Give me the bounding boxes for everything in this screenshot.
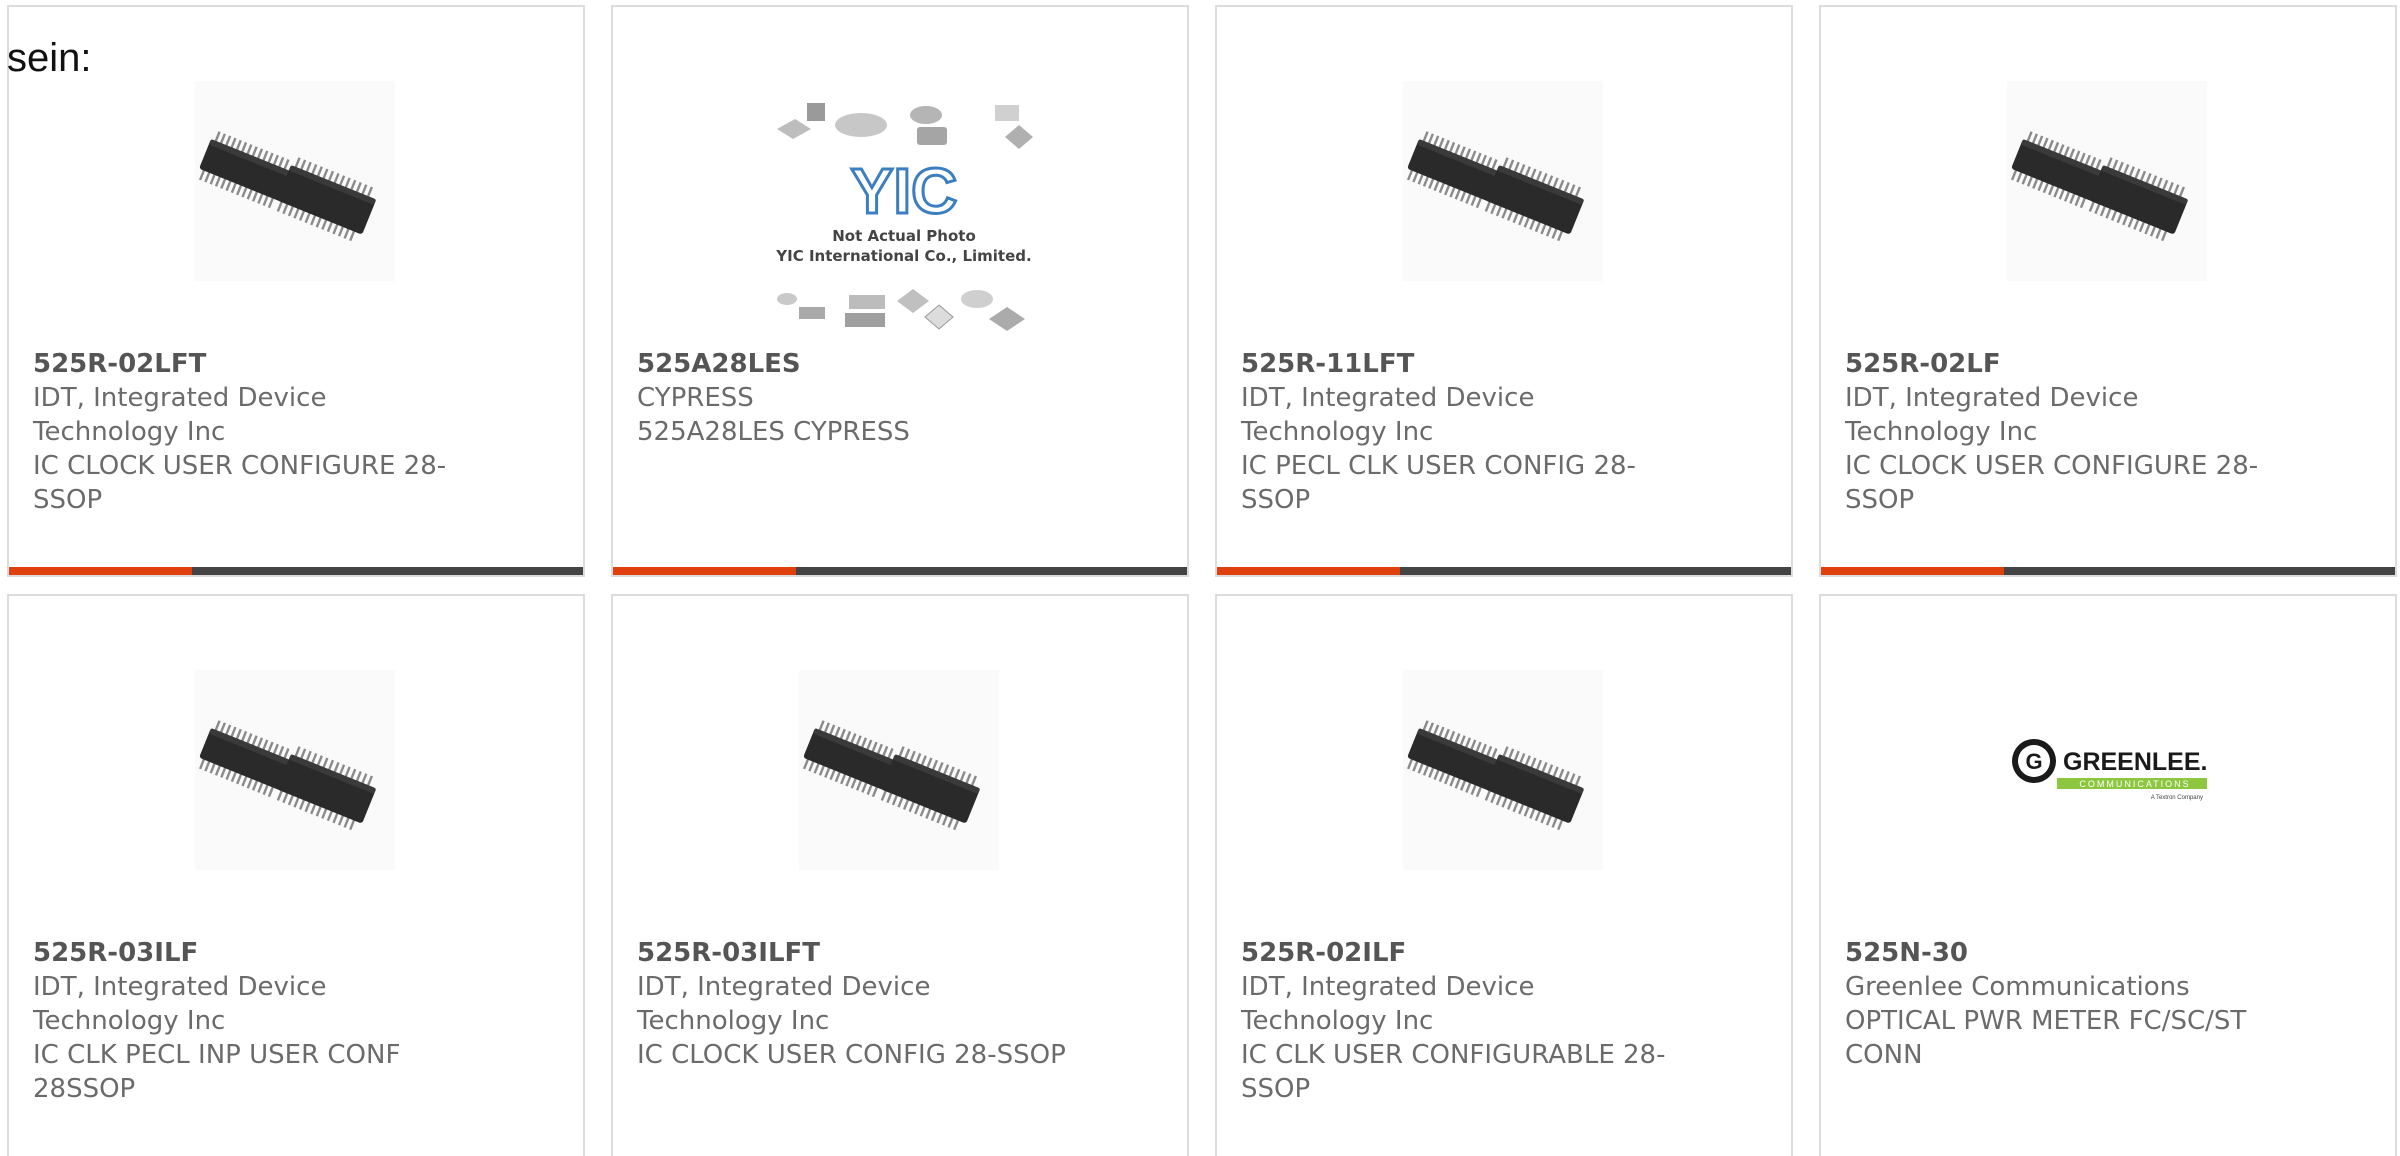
product-image: G GREENLEE. COMMUNICATIONS A Textron Com… [2007, 670, 2207, 870]
product-line: SSOP [1241, 1074, 1311, 1104]
ic-chip-icon [2010, 131, 2188, 242]
product-info: 525R-02LFT IDT, Integrated Device Techno… [33, 347, 473, 517]
product-grid-page: sein: 525R-02LFT IDT, Integrated Device … [0, 0, 2400, 1156]
part-number: 525R-02LFT [33, 349, 207, 379]
intro-text: sein: [7, 36, 92, 80]
product-image [195, 81, 395, 281]
product-line: SSOP [33, 485, 103, 515]
product-image [1403, 670, 1603, 870]
part-number: 525R-02LF [1845, 349, 2001, 379]
part-number: 525R-03ILFT [637, 938, 821, 968]
product-line: SSOP [1241, 485, 1311, 515]
ic-chip-icon [1406, 131, 1584, 242]
greenlee-tagline: A Textron Company [2151, 795, 2203, 801]
product-card[interactable]: 525R-11LFT IDT, Integrated Device Techno… [1215, 5, 1793, 577]
ic-chip-icon [198, 720, 376, 831]
product-line: IDT, Integrated Device [1241, 383, 1535, 413]
product-line: IC CLK PECL INP USER CONF [33, 1040, 401, 1070]
product-image [799, 670, 999, 870]
product-line: IDT, Integrated Device [1845, 383, 2139, 413]
product-info: 525R-03ILFT IDT, Integrated Device Techn… [637, 936, 1077, 1072]
svg-text:G: G [2025, 749, 2042, 774]
product-image [195, 670, 395, 870]
product-card[interactable]: 525R-02LFT IDT, Integrated Device Techno… [7, 5, 585, 577]
ic-chip-icon [802, 720, 980, 831]
card-footer-bar [1821, 567, 2395, 575]
ic-chip-icon [198, 131, 376, 242]
ic-chip-icon [1406, 720, 1584, 831]
placeholder-caption: Not Actual Photo [832, 227, 976, 245]
product-line: IC PECL CLK USER CONFIG 28- [1241, 451, 1636, 481]
product-line: IDT, Integrated Device [637, 972, 931, 1002]
part-number: 525R-03ILF [33, 938, 199, 968]
product-info: 525R-02LF IDT, Integrated Device Technol… [1845, 347, 2285, 517]
greenlee-subtitle: COMMUNICATIONS [2079, 779, 2190, 789]
product-card[interactable]: YIC Not Actual Photo YIC International C… [611, 5, 1189, 577]
product-line: IDT, Integrated Device [33, 972, 327, 1002]
product-image: YIC Not Actual Photo YIC International C… [769, 95, 1039, 345]
product-image [1403, 81, 1603, 281]
product-info: 525R-02ILF IDT, Integrated Device Techno… [1241, 936, 1681, 1106]
product-info: 525N-30 Greenlee Communications OPTICAL … [1845, 936, 2285, 1072]
card-footer-bar [1217, 567, 1791, 575]
card-accent [1821, 567, 2004, 575]
part-number: 525A28LES [637, 349, 801, 379]
card-accent [613, 567, 796, 575]
yic-placeholder-icon: YIC Not Actual Photo YIC International C… [775, 103, 1033, 331]
product-line: Technology Inc [1845, 417, 2038, 447]
product-line: SSOP [1845, 485, 1915, 515]
product-line: Technology Inc [33, 1006, 226, 1036]
product-card[interactable]: G GREENLEE. COMMUNICATIONS A Textron Com… [1819, 594, 2397, 1156]
card-footer-bar [9, 567, 583, 575]
product-line: 525A28LES CYPRESS [637, 417, 910, 447]
card-accent [1217, 567, 1400, 575]
product-line: OPTICAL PWR METER FC/SC/ST [1845, 1006, 2247, 1036]
product-line: IC CLK USER CONFIGURABLE 28- [1241, 1040, 1666, 1070]
product-line: Technology Inc [1241, 417, 1434, 447]
product-line: CYPRESS [637, 383, 754, 413]
product-line: IC CLOCK USER CONFIG 28-SSOP [637, 1040, 1066, 1070]
part-number: 525N-30 [1845, 938, 1969, 968]
product-info: 525A28LES CYPRESS 525A28LES CYPRESS [637, 347, 1077, 449]
product-info: 525R-11LFT IDT, Integrated Device Techno… [1241, 347, 1681, 517]
product-card[interactable]: 525R-03ILFT IDT, Integrated Device Techn… [611, 594, 1189, 1156]
part-number: 525R-02ILF [1241, 938, 1407, 968]
greenlee-logo-icon: G GREENLEE. COMMUNICATIONS A Textron Com… [2012, 739, 2207, 801]
product-card[interactable]: 525R-02LF IDT, Integrated Device Technol… [1819, 5, 2397, 577]
product-line: Technology Inc [1241, 1006, 1434, 1036]
product-line: Greenlee Communications [1845, 972, 2190, 1002]
product-line: IDT, Integrated Device [1241, 972, 1535, 1002]
product-card[interactable]: 525R-02ILF IDT, Integrated Device Techno… [1215, 594, 1793, 1156]
product-image [2007, 81, 2207, 281]
product-line: CONN [1845, 1040, 1923, 1070]
product-card[interactable]: 525R-03ILF IDT, Integrated Device Techno… [7, 594, 585, 1156]
product-line: Technology Inc [33, 417, 226, 447]
product-info: 525R-03ILF IDT, Integrated Device Techno… [33, 936, 473, 1106]
product-line: IC CLOCK USER CONFIGURE 28- [1845, 451, 2259, 481]
greenlee-wordmark: GREENLEE. [2063, 748, 2207, 776]
product-line: IC CLOCK USER CONFIGURE 28- [33, 451, 447, 481]
product-line: Technology Inc [637, 1006, 830, 1036]
product-line: 28SSOP [33, 1074, 136, 1104]
part-number: 525R-11LFT [1241, 349, 1415, 379]
product-line: IDT, Integrated Device [33, 383, 327, 413]
placeholder-caption: YIC International Co., Limited. [775, 247, 1031, 265]
yic-logo: YIC [851, 155, 958, 227]
card-footer-bar [613, 567, 1187, 575]
card-accent [9, 567, 192, 575]
